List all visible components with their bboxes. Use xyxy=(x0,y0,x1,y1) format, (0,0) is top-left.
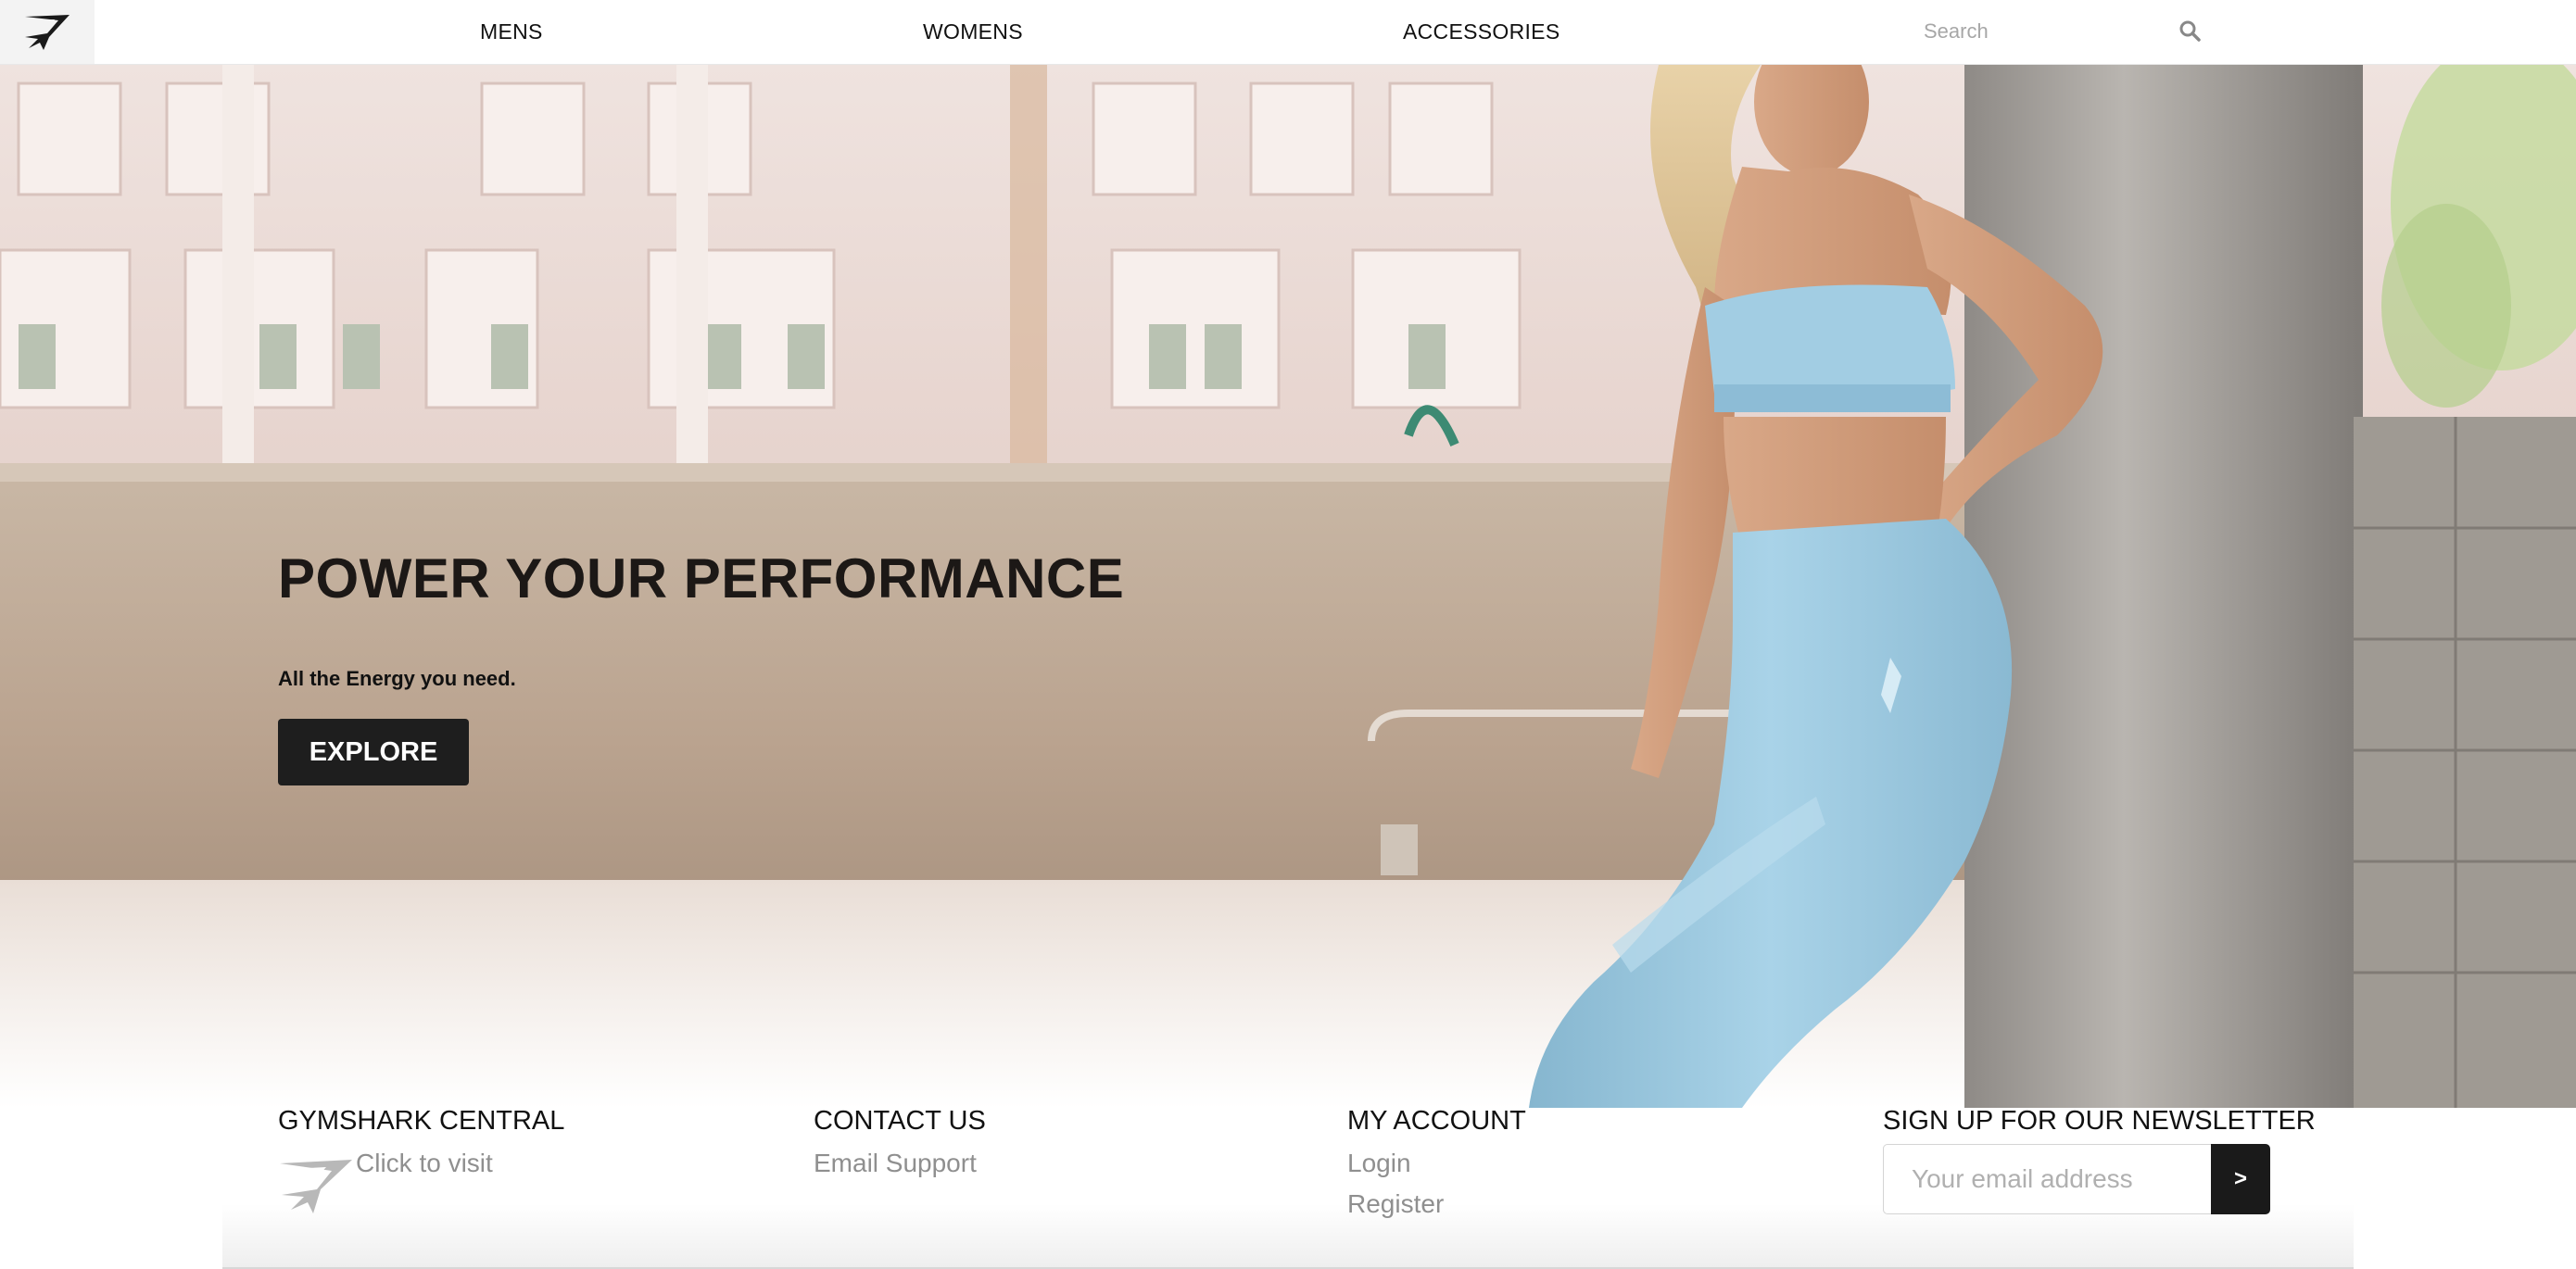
search-icon[interactable] xyxy=(2178,19,2202,43)
footer-heading-contact: CONTACT US xyxy=(814,1106,986,1136)
newsletter-email-input[interactable] xyxy=(1883,1144,2213,1214)
nav-link-mens[interactable]: MENS xyxy=(480,0,543,63)
gymshark-logo-icon[interactable] xyxy=(0,0,95,64)
gymshark-small-logo-icon xyxy=(280,1160,352,1213)
search-input[interactable] xyxy=(1924,15,2165,48)
nav-link-womens[interactable]: WOMENS xyxy=(923,0,1023,63)
hero-subtitle: All the Energy you need. xyxy=(278,667,516,690)
explore-button[interactable]: EXPLORE xyxy=(278,719,469,785)
newsletter-submit-button[interactable]: > xyxy=(2211,1144,2270,1214)
top-navigation: MENS WOMENS ACCESSORIES xyxy=(0,0,2576,65)
login-link[interactable]: Login xyxy=(1347,1149,1411,1178)
nav-link-accessories[interactable]: ACCESSORIES xyxy=(1403,0,1559,63)
hero-banner: POWER YOUR PERFORMANCE All the Energy yo… xyxy=(0,65,2576,1108)
footer-heading-central: GYMSHARK CENTRAL xyxy=(278,1106,565,1136)
hero-title: POWER YOUR PERFORMANCE xyxy=(278,547,1125,609)
footer-heading-account: MY ACCOUNT xyxy=(1347,1106,1526,1136)
central-visit-link[interactable]: Click to visit xyxy=(356,1149,493,1178)
register-link[interactable]: Register xyxy=(1347,1189,1444,1219)
email-support-link[interactable]: Email Support xyxy=(814,1149,977,1178)
footer-heading-newsletter: SIGN UP FOR OUR NEWSLETTER xyxy=(1883,1106,2316,1136)
